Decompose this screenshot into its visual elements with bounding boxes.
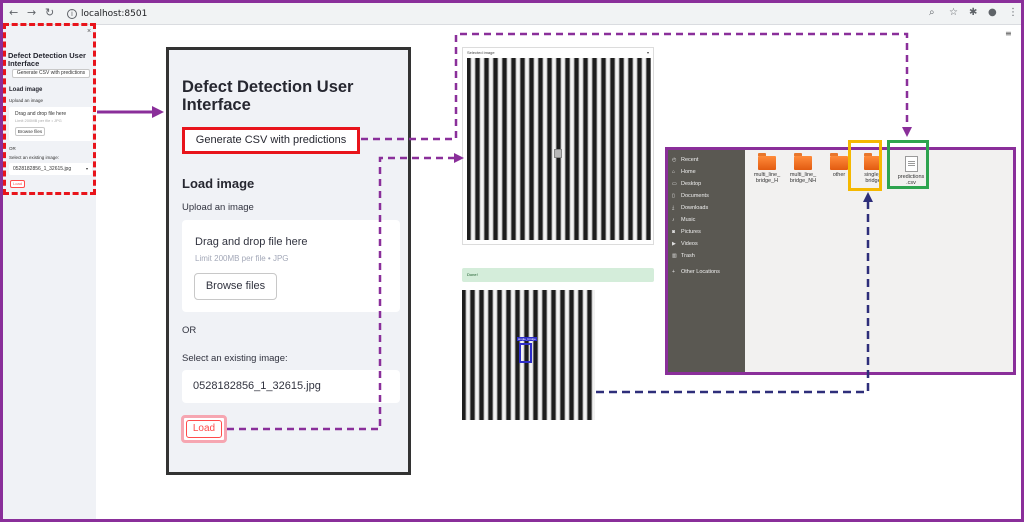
profile-icon[interactable]: ● [988,7,997,18]
generate-csv-button[interactable]: Generate CSV with predictions [182,127,360,154]
place-desktop-label: Desktop [681,181,702,187]
place-pictures-label: Pictures [681,229,701,235]
bbox-label: single_bridge [517,337,537,341]
place-home-label: Home [681,169,696,175]
defect-bounding-box [519,343,532,363]
done-status-bar: Done! [462,268,654,282]
plus-icon: + [672,269,675,275]
load-button[interactable]: Load [181,415,227,443]
place-documents-label: Documents [681,193,709,199]
star-icon[interactable]: ☆ [949,7,958,18]
place-other-label: Other Locations [681,269,720,275]
place-recent[interactable]: ◴ Recent [672,155,744,165]
page-title: Defect Detection User Interface [182,78,354,114]
home-icon: ⌂ [672,169,676,175]
selected-image-value: 0528182856_1_32615.jpg [193,380,321,392]
download-icon: ⤓ [672,205,675,211]
place-videos-label: Videos [681,241,698,247]
zoom-icon[interactable]: ⌕ [929,7,935,18]
kebab-menu-icon[interactable]: ⋮ [1008,7,1018,18]
file-manager-sidebar: ◴ Recent ⌂ Home ▭ Desktop ▯ Documents ⤓ Downl… [668,150,745,372]
place-trash[interactable]: ▥ Trash [672,251,744,261]
trash-icon: ▥ [672,253,677,259]
selected-image-header-label: Selected image [467,50,495,55]
image-select[interactable]: 0528182856_1_32615.jpg [182,370,400,403]
place-documents[interactable]: ▯ Documents [672,191,744,201]
clock-icon: ◴ [672,157,677,163]
video-icon: ▶ [672,241,676,247]
reload-icon[interactable]: ↻ [45,6,54,19]
forward-arrow-icon[interactable]: → [27,6,36,19]
place-videos[interactable]: ▶ Videos [672,239,744,249]
drop-text: Drag and drop file here [195,236,308,248]
place-downloads-label: Downloads [681,205,709,211]
load-button-label: Load [186,420,222,438]
zoomed-sidebar-panel: Defect Detection User Interface Generate… [166,47,411,475]
sidebar-highlight-box [3,23,96,195]
predictions-csv-highlight [887,140,929,189]
selected-wafer-image [467,58,651,240]
camera-icon: ◙ [672,229,676,235]
prediction-image: single_bridge [462,290,595,420]
file-dropzone[interactable]: Drag and drop file here Limit 200MB per … [182,220,400,312]
browser-toolbar: ← → ↻ i localhost:8501 ⌕ ☆ ✱ ● ⋮ [3,3,1021,25]
hamburger-menu-icon[interactable]: ≡ [1005,29,1012,38]
extensions-icon[interactable]: ✱ [969,7,977,18]
chevron-down-icon: ▾ [646,50,649,55]
file-manager-window: ◴ Recent ⌂ Home ▭ Desktop ▯ Documents ⤓ Downl… [665,147,1016,375]
folder-icon [758,153,776,170]
folder-icon: ▭ [672,181,677,187]
place-trash-label: Trash [681,253,695,259]
place-home[interactable]: ⌂ Home [672,167,744,177]
place-pictures[interactable]: ◙ Pictures [672,227,744,237]
or-text: OR [182,325,197,336]
place-music-label: Music [681,217,696,223]
selected-image-header[interactable]: Selected image ▾ [467,50,651,55]
folder-icon [794,153,812,170]
drop-limit: Limit 200MB per file • JPG [195,254,289,263]
place-downloads[interactable]: ⤓ Downloads [672,203,744,213]
single-bridge-highlight [848,140,882,191]
place-music[interactable]: ♪ Music [672,215,744,225]
document-icon: ▯ [672,193,675,199]
address-bar[interactable]: i localhost:8501 [67,6,967,22]
back-arrow-icon[interactable]: ← [9,6,18,19]
select-image-label: Select an existing image: [182,353,288,364]
site-info-icon[interactable]: i [67,8,77,19]
browse-files-button[interactable]: Browse files [194,273,277,300]
place-other-locations[interactable]: + Other Locations [672,267,744,277]
upload-label: Upload an image [182,202,254,213]
url-text: localhost:8501 [81,9,148,19]
place-desktop[interactable]: ▭ Desktop [672,179,744,189]
defect-spot [554,149,562,158]
load-image-heading: Load image [182,176,255,191]
folder-icon [830,153,848,170]
music-icon: ♪ [672,217,675,223]
place-recent-label: Recent [681,157,699,163]
selected-image-card: Selected image ▾ [462,47,654,245]
